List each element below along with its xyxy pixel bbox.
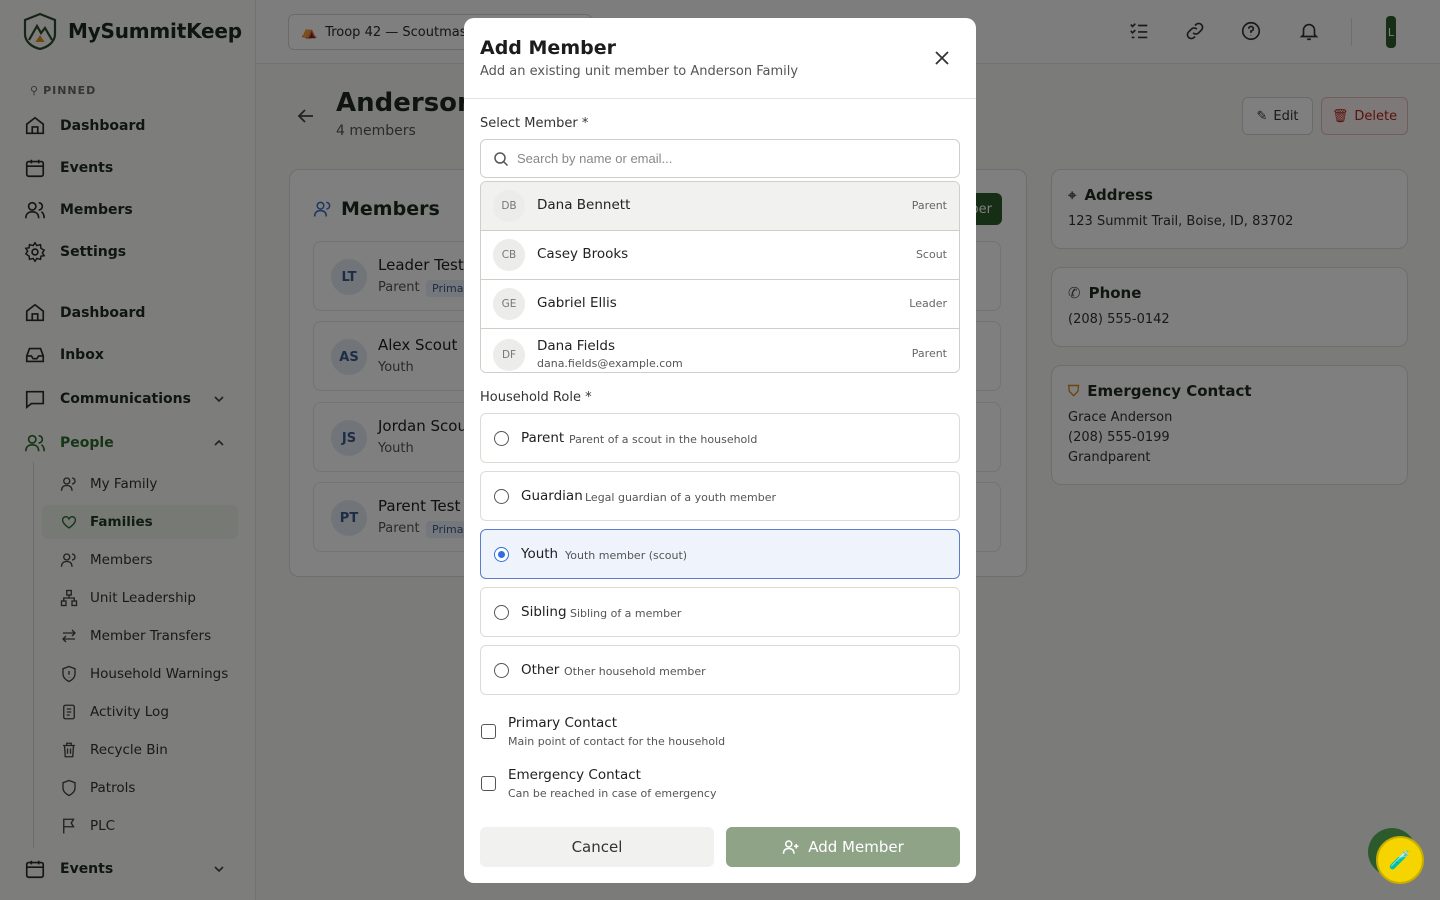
radio-button[interactable] bbox=[494, 431, 509, 446]
primary-contact-description: Main point of contact for the household bbox=[508, 735, 726, 748]
search-icon bbox=[494, 151, 509, 166]
add-member-dialog: Add Member Add an existing unit member t… bbox=[464, 18, 976, 883]
user-plus-icon bbox=[782, 840, 799, 854]
dialog-subtitle: Add an existing unit member to Anderson … bbox=[480, 64, 799, 79]
add-member-submit-button[interactable]: Add Member bbox=[726, 827, 960, 867]
radio-button[interactable] bbox=[494, 605, 509, 620]
option-name: Casey Brooks bbox=[537, 246, 629, 262]
select-member-label: Select Member * bbox=[480, 116, 589, 131]
search-input[interactable] bbox=[517, 151, 937, 166]
cancel-button[interactable]: Cancel bbox=[480, 827, 714, 867]
avatar: DF bbox=[493, 339, 525, 371]
option-name: Dana Bennett bbox=[537, 197, 631, 213]
role-option-other[interactable]: Other Other household member bbox=[480, 645, 960, 695]
role-description: Youth member (scout) bbox=[565, 549, 688, 562]
radio-button[interactable] bbox=[494, 663, 509, 678]
household-role-label: Household Role * bbox=[480, 390, 592, 405]
divider bbox=[464, 98, 976, 99]
emergency-contact-label: Emergency Contact bbox=[508, 767, 641, 783]
option-name: Dana Fields bbox=[537, 338, 615, 354]
option-role: Parent bbox=[911, 199, 947, 212]
primary-contact-checkbox[interactable] bbox=[481, 724, 496, 739]
avatar: CB bbox=[493, 239, 525, 271]
role-name: Other bbox=[521, 662, 560, 678]
role-option-parent[interactable]: Parent Parent of a scout in the househol… bbox=[480, 413, 960, 463]
option-role: Scout bbox=[915, 248, 947, 261]
test-tube-icon: 🧪 bbox=[1388, 849, 1412, 871]
role-name: Sibling bbox=[521, 604, 567, 620]
test-tube-fab[interactable]: 🧪 bbox=[1376, 836, 1424, 884]
radio-button[interactable] bbox=[494, 489, 509, 504]
member-search-field[interactable] bbox=[480, 139, 960, 178]
member-option[interactable]: DB Dana Bennett Parent bbox=[481, 182, 959, 231]
role-description: Other household member bbox=[564, 665, 706, 678]
member-option[interactable]: GE Gabriel Ellis Leader bbox=[481, 280, 959, 329]
option-email: dana.fields@example.com bbox=[537, 357, 683, 370]
option-role: Parent bbox=[911, 347, 947, 360]
emergency-contact-description: Can be reached in case of emergency bbox=[508, 787, 717, 800]
role-description: Legal guardian of a youth member bbox=[585, 491, 777, 504]
member-options-list[interactable]: DB Dana Bennett Parent CB Casey Brooks S… bbox=[480, 181, 960, 373]
option-role: Leader bbox=[909, 297, 947, 310]
role-option-guardian[interactable]: Guardian Legal guardian of a youth membe… bbox=[480, 471, 960, 521]
radio-button[interactable] bbox=[494, 547, 509, 562]
emergency-contact-checkbox[interactable] bbox=[481, 776, 496, 791]
avatar: GE bbox=[493, 288, 525, 320]
role-name: Guardian bbox=[521, 488, 583, 504]
primary-contact-label: Primary Contact bbox=[508, 715, 617, 731]
dialog-title: Add Member bbox=[480, 37, 616, 59]
close-icon[interactable] bbox=[932, 48, 952, 68]
member-option[interactable]: CB Casey Brooks Scout bbox=[481, 231, 959, 280]
avatar: DB bbox=[493, 190, 525, 222]
role-description: Sibling of a member bbox=[570, 607, 682, 620]
role-option-youth[interactable]: Youth Youth member (scout) bbox=[480, 529, 960, 579]
option-name: Gabriel Ellis bbox=[537, 295, 617, 311]
role-name: Parent bbox=[521, 430, 565, 446]
member-option[interactable]: DF Dana Fields dana.fields@example.com P… bbox=[481, 329, 959, 372]
role-name: Youth bbox=[521, 546, 559, 562]
role-option-sibling[interactable]: Sibling Sibling of a member bbox=[480, 587, 960, 637]
role-description: Parent of a scout in the household bbox=[569, 433, 758, 446]
